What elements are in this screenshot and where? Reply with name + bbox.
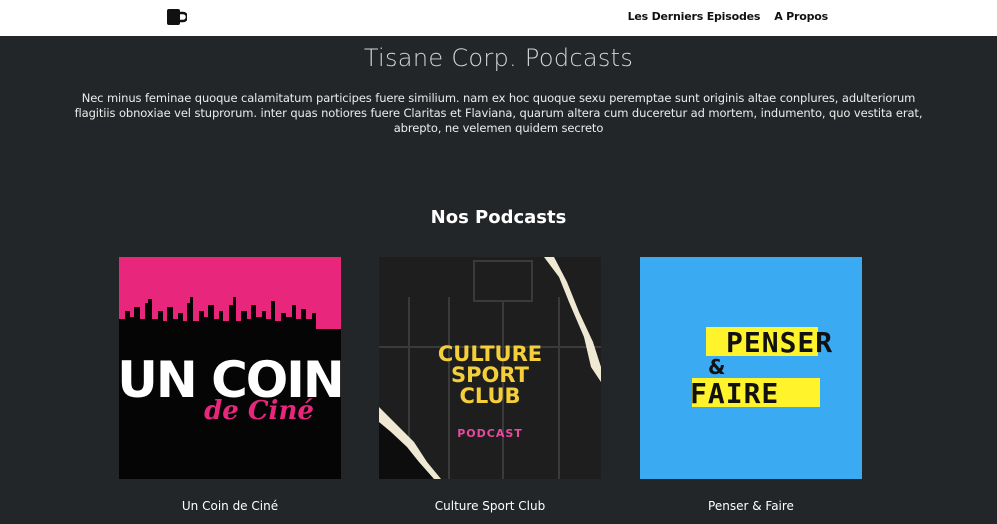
page-title: Tisane Corp. Podcasts — [363, 44, 634, 72]
podcast-cover-un-coin-de-cine[interactable]: UN COIN de Ciné — [117, 257, 345, 479]
podcast-cover-culture-sport-club[interactable]: CULTURE SPORT CLUB PODCAST — [379, 257, 601, 479]
cover-text-podcast: PODCAST — [457, 427, 523, 440]
podcast-title[interactable]: Culture Sport Club — [359, 499, 621, 513]
cover-text-de-cine: de Ciné — [204, 396, 314, 426]
podcast-title[interactable]: Un Coin de Ciné — [99, 499, 361, 513]
cover-text-penser: PENSER — [726, 326, 833, 359]
nav-latest-episodes-link[interactable]: Les Derniers Episodes — [628, 10, 761, 23]
podcasts-heading: Nos Podcasts — [430, 207, 567, 228]
podcast-cover-penser-et-faire[interactable]: PENSER & FAIRE — [640, 257, 862, 479]
nav-links: Les Derniers Episodes A Propos — [628, 10, 829, 23]
nav-about-link[interactable]: A Propos — [774, 10, 828, 23]
cover-text-club: CLUB — [459, 384, 520, 408]
cover-text-faire: FAIRE — [690, 377, 779, 410]
podcast-card-penser-et-faire[interactable]: PENSER & FAIRE Penser & Faire — [640, 257, 862, 513]
top-navbar: Les Derniers Episodes A Propos — [0, 0, 997, 36]
cover-text-ampersand: & — [708, 355, 725, 379]
intro-paragraph: Nec minus feminae quoque calamitatum par… — [74, 91, 923, 135]
coffee-mug-icon[interactable] — [165, 7, 187, 27]
podcast-card-un-coin-de-cine[interactable]: UN COIN de Ciné Un Coin de Ciné — [117, 257, 345, 513]
podcast-card-culture-sport-club[interactable]: CULTURE SPORT CLUB PODCAST Culture Sport… — [379, 257, 601, 513]
podcast-title[interactable]: Penser & Faire — [620, 499, 882, 513]
